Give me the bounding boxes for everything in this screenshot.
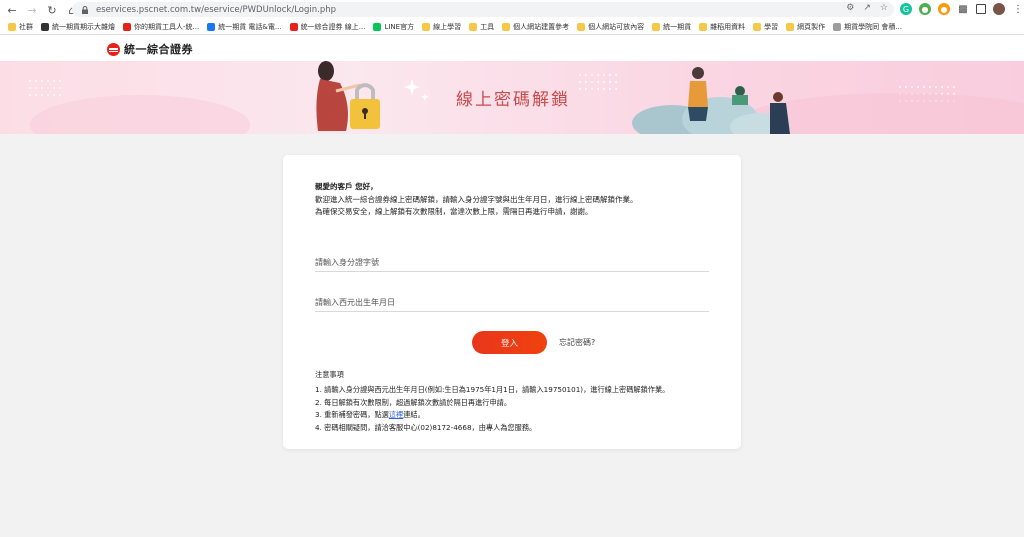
address-bar[interactable]: eservices.pscnet.com.tw/eservice/PWDUnlo… [72,2,894,17]
unlock-card: 親愛的客戶 您好， 歡迎進入統一綜合證券線上密碼解鎖，請輸入身分證字號與出生年月… [283,155,741,449]
bookmark-icon [123,23,131,31]
bookmark-label: 個人網站建置參考 [513,23,570,31]
bookmark-icon [422,23,431,31]
forgot-password-link[interactable]: 忘記密碼? [559,337,595,348]
note-3-suffix: 連結。 [403,410,425,420]
bookmark-icon [373,23,382,31]
bookmark-item[interactable]: 統一期貨 [652,22,691,32]
bookmark-icon [753,23,762,31]
intro-line-1: 歡迎進入統一綜合證券線上密碼解鎖，請輸入身分證字號與出生年月日，進行線上密碼解鎖… [315,194,638,204]
bookmark-item[interactable]: 線上學習 [422,22,461,32]
grammarly-extension-icon[interactable]: G [900,3,912,15]
id-number-input[interactable] [315,253,709,272]
bookmark-icon [786,23,795,31]
bookmark-item[interactable]: 個人網站可放內容 [577,22,644,32]
reissue-password-link[interactable]: 這裡 [389,410,403,419]
note-item: 4. 密碼相關疑問，請洽客服中心(02)8172-4668，由專人為您服務。 [315,423,537,433]
bookmark-item[interactable]: 統一期貨 電話&電... [207,22,282,32]
bookmark-item[interactable]: 期貨學院同 會積... [833,22,902,32]
clouds-people [632,67,790,134]
banner: 線上密碼解鎖 [0,61,1024,134]
bookmark-item[interactable]: 你的期貨工具人-統... [123,22,199,32]
logo-icon [107,42,120,56]
greeting-block: 親愛的客戶 您好， 歡迎進入統一綜合證券線上密碼解鎖，請輸入身分證字號與出生年月… [315,181,638,219]
browser-toolbar: ← → ↻ ⌂ eservices.pscnet.com.tw/eservice… [0,0,1024,20]
bookmark-item[interactable]: 統一期貨期示大雜燴 [41,22,115,32]
avatar[interactable] [993,3,1005,15]
menu-kebab-icon[interactable]: ⋮ [1012,3,1024,15]
bookmark-item[interactable]: 統一綜合證券 線上... [289,22,366,32]
bookmark-icon [41,23,49,31]
bookmark-label: 社群 [19,23,33,31]
bookmarks-bar: 社群 統一期貨期示大雜燴 你的期貨工具人-統... 統一期貨 電話&電... 統一綜合證… [0,20,1024,35]
notes-list: 1. 請輸入身分證與西元出生年月日(例如:生日為1975年1月1日，請輸入197… [315,384,669,435]
reload-icon[interactable]: ↻ [44,2,60,18]
bookmark-label: 你的期貨工具人-統... [134,23,200,31]
share-icon[interactable]: ↗ [863,3,871,13]
bookmark-label: 個人網站可放內容 [588,23,645,31]
bookmark-icon [8,23,16,31]
puzzle-icon[interactable]: ▩ [957,3,969,15]
back-icon[interactable]: ← [4,2,20,18]
bookmark-item[interactable]: 網頁製作 [786,22,825,32]
bookmark-label: LINE官方 [384,23,415,31]
circle-extension-icon[interactable]: ● [938,3,950,15]
birthdate-input[interactable] [315,293,709,312]
login-button[interactable]: 登入 [472,331,547,354]
bookmark-icon [577,23,586,31]
bookmark-icon [652,23,661,31]
note-item: 3. 重新補發密碼，點選這裡連結。 [315,409,669,422]
notes-section: 注意事項 1. 請輸入身分證與西元出生年月日(例如:生日為1975年1月1日，請… [315,369,669,435]
bookmark-label: 統一期貨 電話&電... [218,23,282,31]
sidebar-icon[interactable] [976,4,986,14]
forward-icon[interactable]: → [24,2,40,18]
intro-line-2: 為確保交易安全，線上解鎖有次數限制，當達次數上限，需隔日再進行申請，謝謝。 [315,207,593,216]
note-3-prefix: 3. 重新補發密碼，點選 [315,410,389,420]
bookmark-icon [699,23,708,31]
bookmark-icon [469,23,478,31]
bookmark-item[interactable]: LINE官方 [373,22,414,32]
greeting-text: 親愛的客戶 您好， [315,182,378,191]
bookmark-label: 線上學習 [433,23,462,31]
banner-title: 線上密碼解鎖 [456,90,570,110]
bookmark-label: 工具 [480,23,495,31]
bookmark-icon [833,23,842,31]
bookmark-item[interactable]: 工具 [469,22,494,32]
bookmark-label: 統一期貨期示大雜燴 [52,23,115,31]
bookmark-label: 網頁製作 [797,23,826,31]
bookmark-label: 期貨學院同 會積... [844,23,902,31]
woman-figure [316,61,380,131]
color-extension-icon[interactable]: ● [919,3,931,15]
notes-title: 注意事項 [315,370,344,379]
bookmark-item[interactable]: 雜稻用資料 [699,22,745,32]
logo-text: 統一綜合證券 [124,43,193,56]
bookmark-label: 統一綜合證券 線上... [300,23,366,31]
bookmark-item[interactable]: 個人網站建置參考 [502,22,569,32]
bookmark-item[interactable]: 學習 [753,22,778,32]
bookmark-item[interactable]: 社群 [8,22,33,32]
site-logo[interactable]: 統一綜合證券 [107,41,193,57]
star-icon[interactable]: ☆ [880,3,888,13]
bookmark-icon [289,23,298,31]
bookmark-label: 雜稻用資料 [710,23,746,31]
bookmark-label: 統一期貨 [663,23,692,31]
note-item: 1. 請輸入身分證與西元出生年月日(例如:生日為1975年1月1日，請輸入197… [315,384,670,394]
note-item: 2. 每日解鎖有次數限制，超過解鎖次數請於隔日再進行申請。 [315,397,512,407]
bookmark-icon [207,23,216,31]
bookmark-icon [502,23,511,31]
url-text: eservices.pscnet.com.tw/eservice/PWDUnlo… [96,4,337,15]
lock-icon [82,5,88,14]
key-icon[interactable]: ⚙ [846,3,854,13]
bookmark-label: 學習 [764,23,779,31]
site-header: 統一綜合證券 [0,35,1024,61]
